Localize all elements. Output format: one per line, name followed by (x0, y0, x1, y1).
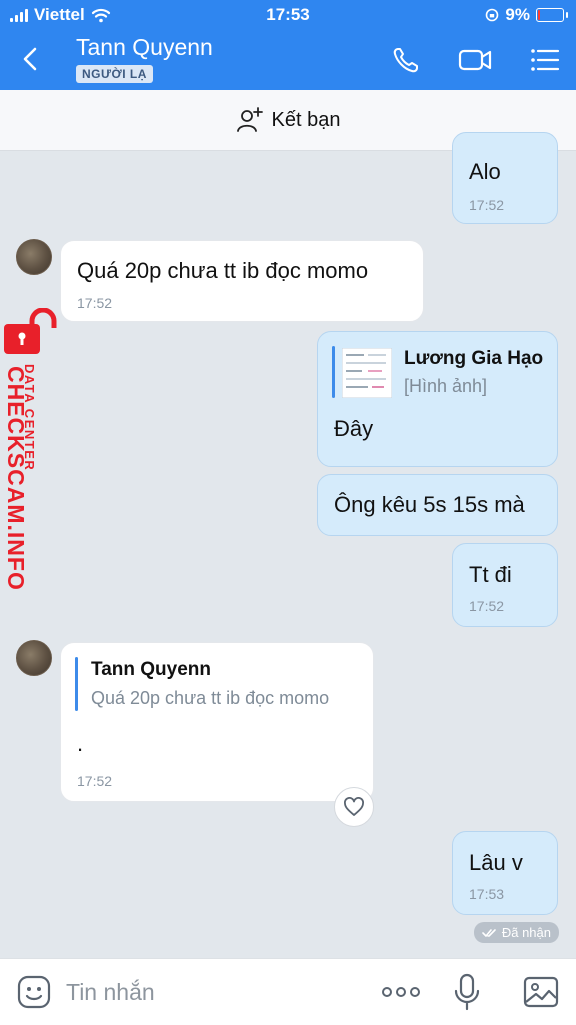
add-friend-label: Kết bạn (271, 108, 341, 131)
message-time: 17:52 (469, 598, 505, 614)
message-bubble-outgoing[interactable]: Lương Gia Hạo [Hình ảnh] Đây (317, 331, 558, 467)
message-bubble-outgoing[interactable]: Alo 17:52 (452, 132, 558, 224)
received-label: Đã nhận (501, 925, 551, 940)
status-bar: Viettel 17:53 9% (0, 0, 576, 30)
message-time: 17:52 (77, 295, 113, 311)
received-status-badge: Đã nhận (473, 922, 559, 943)
message-text: Ông kêu 5s 15s mà (334, 492, 525, 517)
chat-header: Tann Quyenn NGƯỜI LẠ (0, 30, 576, 90)
message-text: . (77, 731, 84, 756)
message-input[interactable]: Tin nhắn (66, 979, 155, 1006)
quote-text: Quá 20p chưa tt ib đọc momo (91, 688, 330, 708)
message-text: Quá 20p chưa tt ib đọc momo (77, 258, 369, 283)
check-icon (482, 928, 496, 937)
contact-name[interactable]: Tann Quyenn (76, 34, 213, 61)
message-bubble-outgoing[interactable]: Tt đi 17:52 (452, 543, 558, 627)
avatar[interactable] (16, 239, 52, 275)
battery-percent: 9% (505, 5, 530, 24)
message-bubble-incoming[interactable]: Tann Quyenn Quá 20p chưa tt ib đọc momo … (60, 642, 374, 802)
battery-icon (536, 8, 568, 22)
quote-bar (75, 657, 78, 711)
heart-icon (344, 797, 364, 816)
quote-author: Lương Gia Hạo (404, 348, 544, 369)
message-text: Tt đi (469, 562, 512, 587)
phone-icon[interactable] (388, 42, 424, 78)
watermark-line2: CHECKSCAM.INFO (3, 366, 29, 591)
message-composer: Tin nhắn (0, 958, 576, 1025)
message-time: 17:52 (77, 773, 113, 789)
message-text: Alo (469, 159, 501, 184)
quoted-image-thumbnail (342, 348, 392, 398)
message-text: Đây (334, 416, 374, 441)
message-bubble-outgoing[interactable]: Ông kêu 5s 15s mà (317, 474, 558, 536)
message-time: 17:53 (469, 886, 505, 902)
mic-icon[interactable] (452, 973, 482, 1011)
image-icon[interactable] (522, 974, 560, 1010)
back-icon[interactable] (14, 42, 48, 76)
message-bubble-incoming[interactable]: Quá 20p chưa tt ib đọc momo 17:52 (60, 240, 424, 322)
video-icon[interactable] (457, 42, 493, 78)
menu-icon[interactable] (527, 42, 563, 78)
message-text: Lâu v (469, 850, 523, 875)
add-friend-icon (236, 107, 263, 132)
quote-bar (332, 346, 335, 398)
stranger-badge: NGƯỜI LẠ (76, 65, 153, 83)
lock-logo-icon (4, 308, 57, 354)
message-bubble-outgoing[interactable]: Lâu v 17:53 (452, 831, 558, 915)
rotation-lock-icon (486, 8, 499, 22)
more-icon[interactable] (381, 982, 421, 1002)
message-time: 17:52 (469, 197, 505, 213)
avatar[interactable] (16, 640, 52, 676)
sticker-icon[interactable] (16, 974, 52, 1010)
status-right: 9% (485, 5, 568, 25)
quote-author: Tann Quyenn (91, 659, 211, 680)
react-button[interactable] (334, 787, 374, 827)
quote-text: [Hình ảnh] (404, 376, 488, 396)
